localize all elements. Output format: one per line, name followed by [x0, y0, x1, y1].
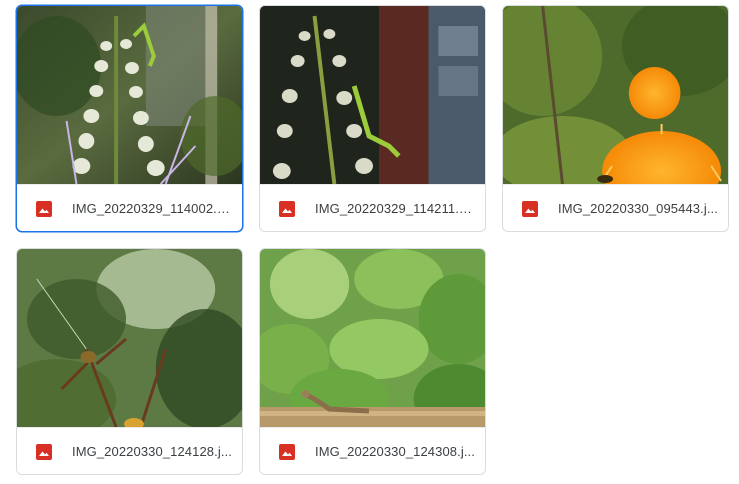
file-card[interactable]: IMG_20220330_124308.j...	[259, 248, 486, 475]
file-name: IMG_20220330_124308.j...	[315, 444, 475, 459]
image-file-icon	[279, 201, 295, 217]
spider-photo	[17, 249, 242, 427]
file-card[interactable]: IMG_20220329_114002.J...	[16, 5, 243, 232]
image-file-icon	[522, 201, 538, 217]
mantis-flower-photo	[17, 6, 242, 184]
file-footer: IMG_20220329_114002.J...	[17, 184, 242, 231]
image-file-icon	[279, 444, 295, 460]
file-thumbnail	[17, 6, 242, 184]
marigold-flowers-photo	[503, 6, 728, 184]
file-name: IMG_20220330_095443.j...	[558, 201, 718, 216]
file-card[interactable]: IMG_20220329_114211.J...	[259, 5, 486, 232]
file-card[interactable]: IMG_20220330_124128.j...	[16, 248, 243, 475]
file-thumbnail	[17, 249, 242, 427]
file-grid: IMG_20220329_114002.J... IMG_20220329_11…	[0, 0, 739, 484]
file-thumbnail	[260, 6, 485, 184]
file-name: IMG_20220330_124128.j...	[72, 444, 232, 459]
file-name: IMG_20220329_114211.J...	[315, 201, 475, 216]
file-thumbnail	[503, 6, 728, 184]
file-footer: IMG_20220330_095443.j...	[503, 184, 728, 231]
image-file-icon	[36, 201, 52, 217]
file-thumbnail	[260, 249, 485, 427]
file-card[interactable]: IMG_20220330_095443.j...	[502, 5, 729, 232]
image-file-icon	[36, 444, 52, 460]
file-name: IMG_20220329_114002.J...	[72, 201, 232, 216]
file-footer: IMG_20220329_114211.J...	[260, 184, 485, 231]
file-footer: IMG_20220330_124308.j...	[260, 427, 485, 474]
file-footer: IMG_20220330_124128.j...	[17, 427, 242, 474]
mantis-flower-closeup-photo	[260, 6, 485, 184]
leaves-mantis-photo	[260, 249, 485, 427]
